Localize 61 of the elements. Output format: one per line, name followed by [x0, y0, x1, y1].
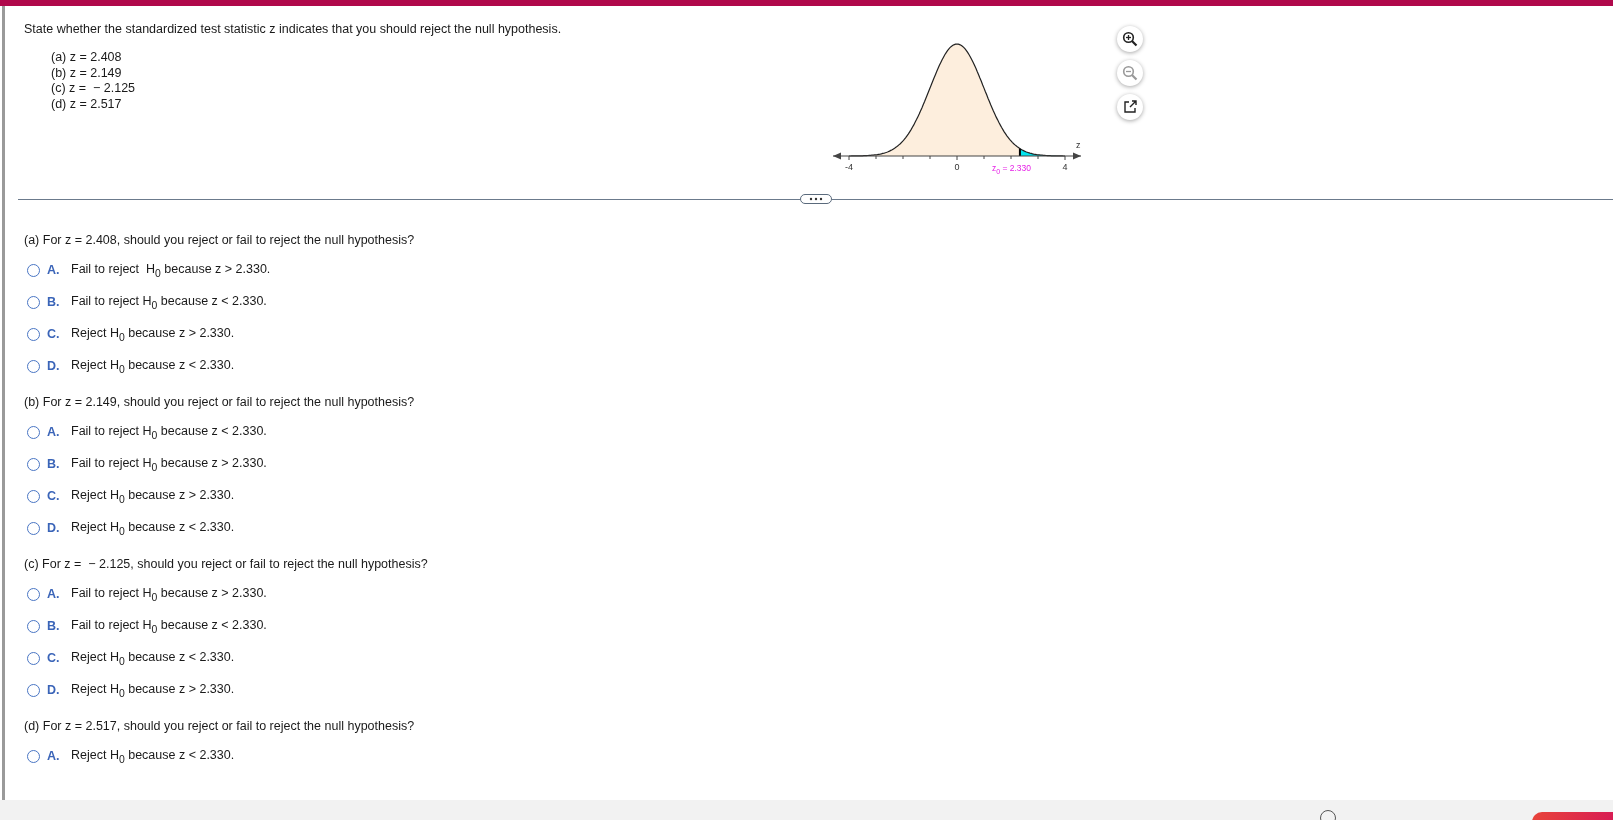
option-text[interactable]: Reject H$_{0}$ because z < 2.330.	[71, 649, 235, 667]
option-text[interactable]: Reject H$_{0}$ because z < 2.330.	[71, 357, 235, 375]
option-letter: A.	[47, 587, 61, 601]
question-text: (a) For z = 2.408, should you reject or fail to reject the null hypothesis?	[24, 232, 416, 249]
radio-button[interactable]	[27, 295, 40, 309]
radio-button[interactable]	[27, 359, 40, 373]
option-text[interactable]: Fail to reject H$_{0}$ because z > 2.330.	[71, 455, 267, 473]
question-text: (c) For z = − 2.125, should you reject or fail to reject the null hypothesis?	[24, 556, 429, 573]
option-letter: C.	[47, 327, 61, 341]
radio-button[interactable]	[27, 587, 40, 601]
radio-button[interactable]	[27, 683, 40, 697]
given-value: (a) z = 2.408	[51, 50, 123, 66]
option-letter: D.	[47, 683, 61, 697]
question-text: (b) For z = 2.149, should you reject or fail to reject the null hypothesis?	[24, 394, 416, 411]
option-letter: A.	[47, 749, 61, 763]
tick-label: 0	[954, 162, 960, 172]
option-text[interactable]: Fail to reject H$_{0}$ because z > 2.330.	[71, 261, 271, 279]
option-text[interactable]: Fail to reject H$_{0}$ because z < 2.330.	[71, 617, 267, 635]
radio-button[interactable]	[27, 263, 40, 277]
zoom-out-button[interactable]	[1117, 60, 1143, 86]
option-letter: D.	[47, 521, 61, 535]
more-button[interactable]	[799, 194, 832, 204]
external-link-icon	[1123, 100, 1137, 114]
option-letter: C.	[47, 489, 61, 503]
tick-label: 4	[1062, 162, 1068, 172]
option-text[interactable]: Reject H$_{0}$ because z > 2.330.	[71, 681, 235, 699]
option-letter: B.	[47, 457, 61, 471]
radio-button[interactable]	[27, 749, 40, 763]
option-letter: D.	[47, 359, 61, 373]
option-text[interactable]: Reject H$_{0}$ because z < 2.330.	[71, 519, 235, 537]
radio-button[interactable]	[27, 651, 40, 665]
radio-button[interactable]	[27, 619, 40, 633]
tick-label: -4	[845, 162, 853, 172]
option-letter: C.	[47, 651, 61, 665]
radio-button[interactable]	[27, 489, 40, 503]
option-text[interactable]: Reject H$_{0}$ because z > 2.330.	[71, 325, 235, 343]
option-text[interactable]: Fail to reject H$_{0}$ because z > 2.330.	[71, 585, 267, 603]
critical-value-label: z$_{0}$ = 2.330	[991, 162, 1032, 178]
given-value: (b) z = 2.149	[51, 65, 123, 81]
zoom-in-button[interactable]	[1117, 26, 1143, 52]
radio-button[interactable]	[27, 425, 40, 439]
option-letter: A.	[47, 263, 61, 277]
question-prompt: State whether the standardized test statistic z indicates that you should reject the null hypothesis.	[24, 22, 563, 36]
zoom-out-icon	[1122, 65, 1138, 81]
option-letter: B.	[47, 295, 61, 309]
zoom-in-icon	[1122, 31, 1138, 47]
option-text[interactable]: Fail to reject H$_{0}$ because z < 2.330.	[71, 293, 267, 311]
given-value: (c) z = − 2.125	[51, 81, 137, 97]
ellipsis-icon	[808, 197, 823, 201]
axis-label: z	[1076, 140, 1081, 150]
option-text[interactable]: Reject H$_{0}$ because z > 2.330.	[71, 487, 235, 505]
radio-button[interactable]	[27, 457, 40, 471]
radio-button[interactable]	[27, 521, 40, 535]
popout-button[interactable]	[1117, 94, 1143, 120]
option-letter: B.	[47, 619, 61, 633]
option-text[interactable]: Fail to reject H$_{0}$ because z < 2.330.	[71, 423, 267, 441]
given-value: (d) z = 2.517	[51, 96, 123, 112]
radio-button[interactable]	[27, 327, 40, 341]
option-text[interactable]: Reject H$_{0}$ because z < 2.330.	[71, 747, 235, 765]
option-letter: A.	[47, 425, 61, 439]
question-text: (d) For z = 2.517, should you reject or fail to reject the null hypothesis?	[24, 718, 416, 735]
